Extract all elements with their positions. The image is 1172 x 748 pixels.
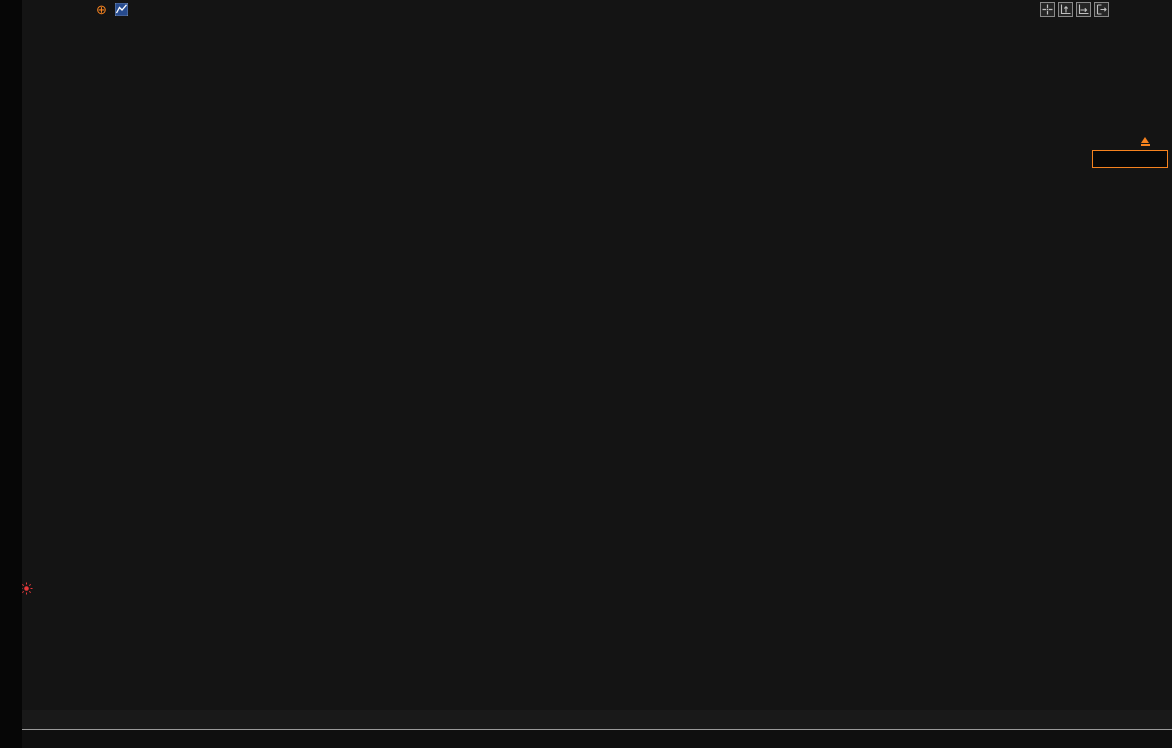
chart-toolbar [1040,2,1109,17]
macd-panel-header [94,440,103,454]
axis-zoom-vertical-icon[interactable] [1058,2,1073,17]
last-price-label [1092,150,1168,168]
exit-chart-icon[interactable] [1094,2,1109,17]
kdj-panel-header [94,587,103,601]
crosshair-icon[interactable] [1040,2,1055,17]
left-sidebar [0,0,22,748]
chart-header: ⊕ [80,1,144,17]
axis-zoom-horizontal-icon[interactable] [1076,2,1091,17]
price-up-arrow-icon [1140,137,1150,146]
chart-canvas[interactable] [0,0,1172,710]
x-axis-row [22,710,1172,729]
line-chart-icon [115,3,128,16]
bottom-tab-bar [22,729,1172,748]
add-indicator-icon[interactable]: ⊕ [96,3,107,16]
